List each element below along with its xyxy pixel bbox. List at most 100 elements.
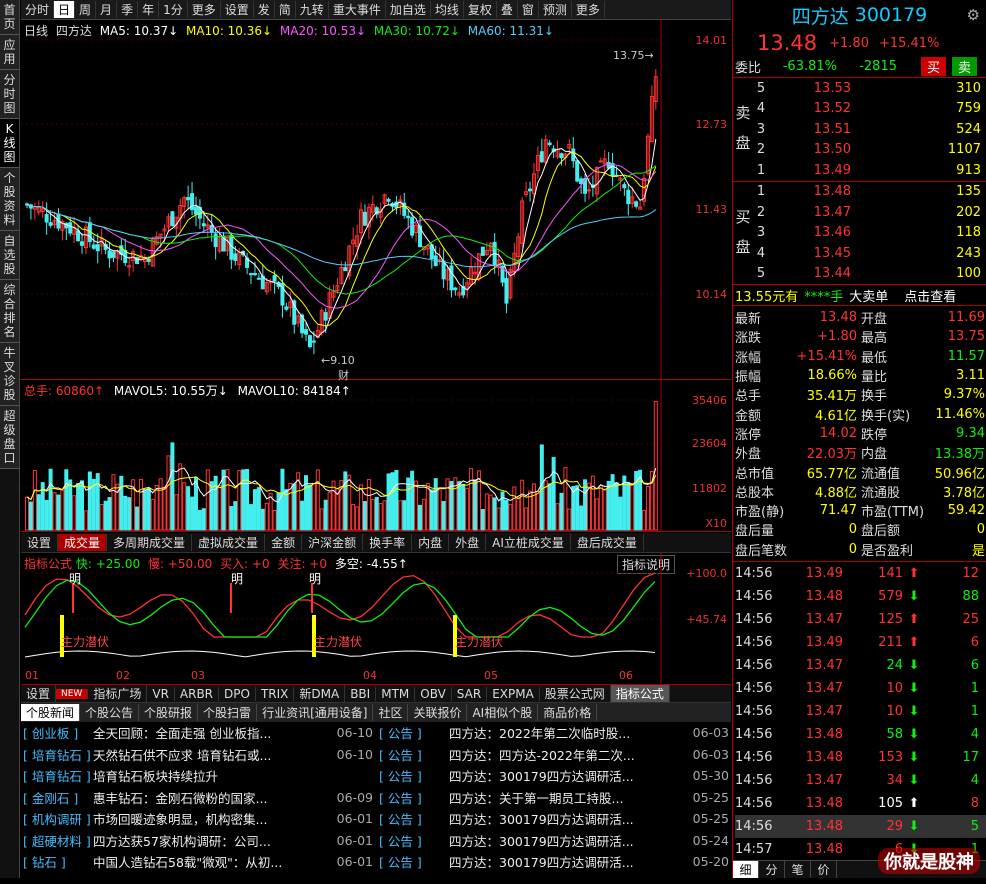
- indicator-tab[interactable]: 股票公式网: [540, 685, 611, 702]
- orderbook-row[interactable]: 4 13.45 243: [733, 243, 986, 264]
- news-item[interactable]: [ 公告 ] 四方达：300179四方达调研活... 05-24: [379, 830, 731, 852]
- indicator-tab[interactable]: BBI: [345, 686, 377, 701]
- volume-tab[interactable]: 沪深金额: [302, 534, 364, 551]
- news-tab[interactable]: 个股新闻: [21, 704, 81, 721]
- indicator-tab[interactable]: OBV: [415, 686, 452, 701]
- tick-tab[interactable]: 笔: [785, 861, 811, 878]
- indicator-tab[interactable]: VR: [147, 686, 175, 701]
- tick-tab[interactable]: 价: [811, 861, 837, 878]
- news-tab[interactable]: 个股公告: [80, 704, 140, 721]
- orderbook-row[interactable]: 2 13.47 202: [733, 202, 986, 223]
- toolbar-item[interactable]: 九转: [296, 1, 329, 18]
- indicator-tab[interactable]: ARBR: [175, 686, 220, 701]
- orderbook-row[interactable]: 1 13.48 135: [733, 182, 986, 203]
- news-item[interactable]: [ 公告 ] 四方达：300179四方达调研活... 05-30: [379, 765, 731, 787]
- gear-icon[interactable]: ⚙: [967, 6, 980, 24]
- news-tab[interactable]: 个股研报: [139, 704, 199, 721]
- news-item[interactable]: [ 超硬材料 ] 四方达获57家机构调研：公司... 06-01: [23, 830, 377, 852]
- orderbook-row[interactable]: 5 13.44 100: [733, 264, 986, 285]
- news-item[interactable]: [ 公告 ] 四方达：2022年第二次临时股... 06-03: [379, 722, 731, 744]
- toolbar-item[interactable]: 窗: [518, 1, 539, 18]
- indicator-tab[interactable]: TRIX: [256, 686, 295, 701]
- toolbar-item[interactable]: 均线: [431, 1, 464, 18]
- news-item[interactable]: [ 公告 ] 四方达：四方达-2022年第二次... 06-03: [379, 744, 731, 766]
- volume-tab[interactable]: 虚拟成交量: [192, 534, 266, 551]
- indicator-tab[interactable]: 新DMA: [294, 685, 346, 702]
- vtab-item[interactable]: K线图: [0, 119, 19, 168]
- toolbar-item[interactable]: 周: [75, 1, 97, 18]
- news-tab[interactable]: 个股扫雷: [198, 704, 258, 721]
- orderbook-row[interactable]: 1 13.49 913: [733, 160, 986, 181]
- toolbar-item[interactable]: 简: [275, 1, 296, 18]
- toolbar-item[interactable]: 分时: [21, 1, 55, 18]
- toolbar-item[interactable]: 季: [117, 1, 139, 18]
- toolbar-item[interactable]: 叠: [497, 1, 518, 18]
- indicator-tab[interactable]: MTM: [376, 686, 416, 701]
- toolbar-item[interactable]: 月: [96, 1, 118, 18]
- orderbook-row[interactable]: 3 13.51 524: [733, 119, 986, 140]
- news-tab[interactable]: 行业资讯[通用设备]: [257, 704, 374, 721]
- volume-tab[interactable]: 内盘: [412, 534, 450, 551]
- indicator-chart[interactable]: 指标公式 快: +25.00 慢: +50.00 买入: +0 关注: +0 多…: [21, 553, 731, 685]
- volume-tab[interactable]: 盘后成交量: [571, 534, 644, 551]
- news-item[interactable]: [ 机构调研 ] 市场回暖迹象明显，机构密集... 06-01: [23, 808, 377, 830]
- toolbar-item[interactable]: 复权: [464, 1, 497, 18]
- vtab-item[interactable]: 个股资料: [0, 168, 19, 231]
- volume-tab[interactable]: 多周期成交量: [107, 534, 193, 551]
- news-list: [ 创业板 ] 全天回顾：全面走强 创业板指... 06-10[ 培育钻石 ] 天然钻…: [23, 722, 377, 873]
- orderbook-row[interactable]: 3 13.46 118: [733, 223, 986, 244]
- orderbook-row[interactable]: 2 13.50 1107: [733, 140, 986, 161]
- indicator-tab[interactable]: DPO: [219, 686, 256, 701]
- big-order-view-link[interactable]: 点击查看: [904, 286, 956, 305]
- news-tab[interactable]: 关联报价: [408, 704, 468, 721]
- toolbar-item[interactable]: 加自选: [386, 1, 431, 18]
- vtab-item[interactable]: 应用: [0, 35, 19, 70]
- news-item[interactable]: [ 钻石 ] 中国人造钻石58载"微观"：从初... 06-01: [23, 851, 377, 873]
- orderbook-row[interactable]: 4 13.52 759: [733, 99, 986, 120]
- volume-tab[interactable]: 换手率: [363, 534, 413, 551]
- vtab-item[interactable]: 分时图: [0, 70, 19, 119]
- toolbar-item[interactable]: 更多: [572, 1, 605, 18]
- orderbook-row[interactable]: 5 13.53 310: [733, 78, 986, 99]
- big-order-row[interactable]: 13.55元有 ****手 大卖单 点击查看: [733, 285, 986, 306]
- vtab-item[interactable]: 牛叉诊股: [0, 343, 19, 406]
- vtab-item[interactable]: 首页: [0, 0, 19, 35]
- toolbar-item[interactable]: 预测: [539, 1, 572, 18]
- toolbar-item[interactable]: 发: [254, 1, 275, 18]
- volume-chart[interactable]: 总手: 60860↑ MAVOL5: 10.55万↓ MAVOL10: 8418…: [21, 380, 731, 532]
- toolbar-item[interactable]: 更多: [188, 1, 221, 18]
- toolbar-item[interactable]: 日: [54, 1, 76, 18]
- indicator-tab[interactable]: 指标公式: [610, 685, 670, 702]
- news-tab[interactable]: AI相似个股: [467, 704, 539, 721]
- indicator-tab[interactable]: 设置: [21, 685, 57, 702]
- news-item[interactable]: [ 培育钻石 ] 培育钻石板块持续拉升: [23, 765, 377, 787]
- volume-tab[interactable]: 金额: [265, 534, 303, 551]
- volume-tab[interactable]: 外盘: [449, 534, 487, 551]
- toolbar-item[interactable]: 1分: [159, 1, 188, 18]
- tick-tab[interactable]: 分: [759, 861, 785, 878]
- kline-chart[interactable]: 日线 四方达 MA5: 10.37↓ MA10: 10.36↓ MA20: 10…: [21, 20, 731, 382]
- news-tab[interactable]: 商品价格: [538, 704, 598, 721]
- volume-tab[interactable]: AI立桩成交量: [486, 534, 571, 551]
- vtab-item[interactable]: 自选股: [0, 231, 19, 280]
- toolbar-item[interactable]: 重大事件: [329, 1, 386, 18]
- volume-tab[interactable]: 成交量: [58, 534, 108, 551]
- indicator-tab[interactable]: EXPMA: [487, 686, 540, 701]
- buy-button[interactable]: 买: [921, 57, 947, 76]
- indicator-tab[interactable]: SAR: [452, 686, 488, 701]
- news-tab[interactable]: 社区: [373, 704, 409, 721]
- news-item[interactable]: [ 公告 ] 四方达：300179四方达调研活... 05-20: [379, 851, 731, 873]
- news-item[interactable]: [ 公告 ] 四方达：关于第一期员工持股... 05-25: [379, 787, 731, 809]
- indicator-tab[interactable]: 指标广场: [88, 685, 148, 702]
- news-item[interactable]: [ 创业板 ] 全天回顾：全面走强 创业板指... 06-10: [23, 722, 377, 744]
- tick-tab[interactable]: 细: [733, 861, 759, 878]
- vtab-item[interactable]: 超级盘口: [0, 406, 19, 469]
- sell-button[interactable]: 卖: [952, 57, 978, 76]
- news-item[interactable]: [ 培育钻石 ] 天然钻石供不应求 培育钻石或... 06-10: [23, 744, 377, 766]
- vtab-item[interactable]: 综合排名: [0, 280, 19, 343]
- news-item[interactable]: [ 金刚石 ] 惠丰钻石：金刚石微粉的国家... 06-09: [23, 787, 377, 809]
- volume-tab[interactable]: 设置: [21, 534, 59, 551]
- toolbar-item[interactable]: 年: [138, 1, 160, 18]
- news-item[interactable]: [ 公告 ] 四方达：300179四方达调研活... 05-25: [379, 808, 731, 830]
- toolbar-item[interactable]: 设置: [221, 1, 254, 18]
